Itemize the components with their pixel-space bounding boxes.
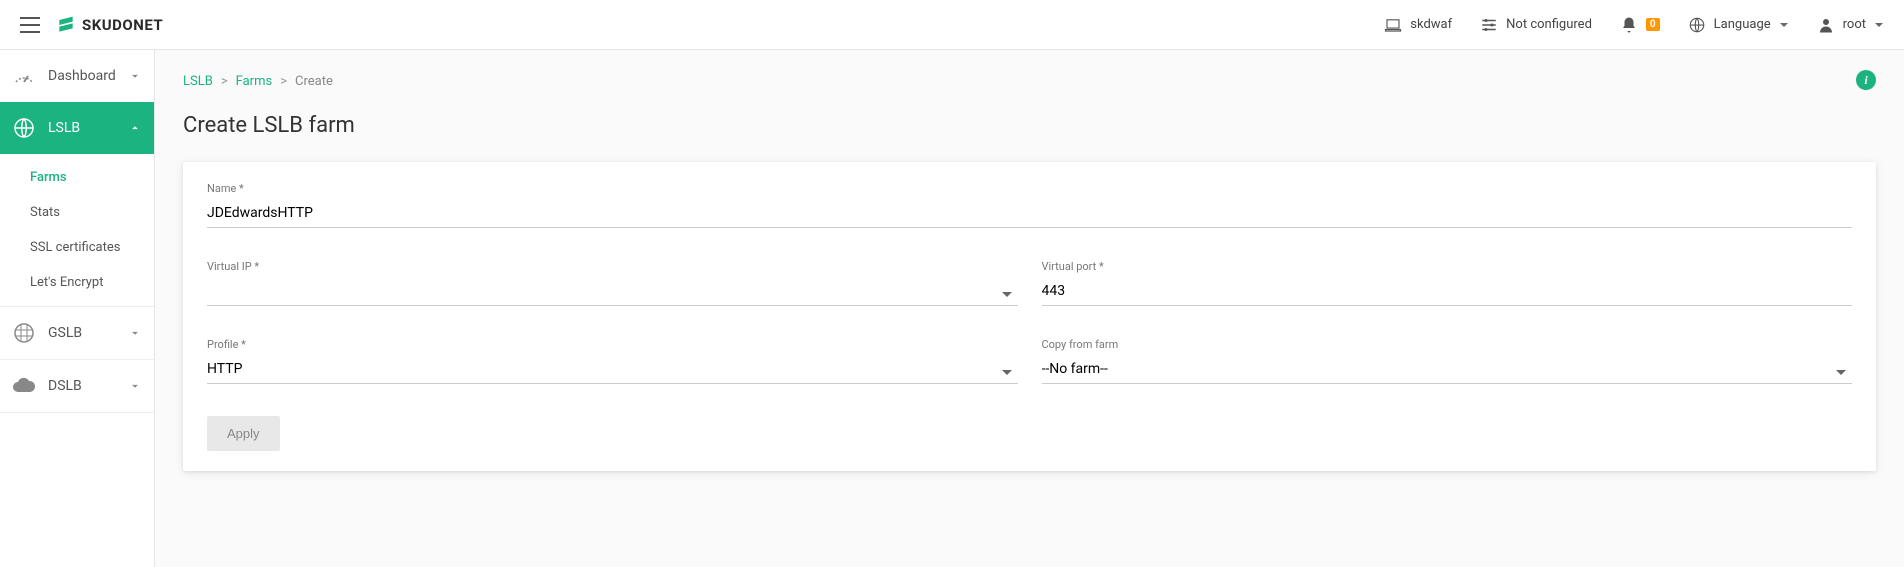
apply-button[interactable]: Apply <box>207 416 280 451</box>
cloud-icon <box>12 374 36 398</box>
virtual-port-field-wrap: Virtual port * <box>1042 260 1853 306</box>
sidebar-item-label: LSLB <box>48 120 80 136</box>
container: Dashboard LSLB Farms Stats SSL certifica… <box>0 50 1904 567</box>
sidebar-subitem-stats[interactable]: Stats <box>0 195 154 230</box>
breadcrumb-lslb[interactable]: LSLB <box>183 74 213 89</box>
chevron-up-icon <box>128 121 142 135</box>
hostname-indicator[interactable]: skdwaf <box>1384 16 1452 34</box>
name-field-wrap: Name * <box>207 182 1852 228</box>
virtual-ip-label: Virtual IP * <box>207 260 1018 273</box>
language-selector[interactable]: Language <box>1688 16 1789 34</box>
breadcrumb: LSLB > Farms > Create <box>183 74 1876 89</box>
brand-name: SKUDONET <box>82 16 163 34</box>
main-content: i LSLB > Farms > Create Create LSLB farm… <box>155 50 1904 567</box>
globe-grid-icon <box>12 321 36 345</box>
user-name: root <box>1843 17 1866 32</box>
sidebar-item-label: Dashboard <box>48 68 116 84</box>
header-right: skdwaf Not configured 0 Language root <box>1384 16 1884 34</box>
sidebar-item-label: GSLB <box>48 325 82 341</box>
sidebar-subitem-letsencrypt[interactable]: Let's Encrypt <box>0 265 154 300</box>
virtual-ip-field-wrap: Virtual IP * <box>207 260 1018 306</box>
breadcrumb-separator: > <box>280 74 287 89</box>
globe-icon <box>12 116 36 140</box>
globe-icon <box>1688 16 1706 34</box>
user-icon <box>1817 16 1835 34</box>
profile-select[interactable]: HTTP <box>207 355 1018 384</box>
hamburger-menu-icon[interactable] <box>20 17 40 33</box>
chevron-down-icon <box>128 326 142 340</box>
sidebar-subitem-ssl[interactable]: SSL certificates <box>0 230 154 265</box>
brand-logo[interactable]: SKUDONET <box>56 15 163 35</box>
name-label: Name * <box>207 182 1852 195</box>
notifications[interactable]: 0 <box>1620 16 1660 34</box>
page-title: Create LSLB farm <box>183 113 1876 138</box>
laptop-icon <box>1384 16 1402 34</box>
sidebar-item-gslb[interactable]: GSLB <box>0 307 154 359</box>
config-status-text: Not configured <box>1506 17 1592 32</box>
copy-from-label: Copy from farm <box>1042 338 1853 351</box>
notification-badge: 0 <box>1646 18 1660 31</box>
name-input[interactable] <box>207 199 1852 228</box>
chevron-down-icon <box>1874 20 1884 30</box>
sidebar: Dashboard LSLB Farms Stats SSL certifica… <box>0 50 155 567</box>
form-card: Name * Virtual IP * Virtual port * <box>183 162 1876 471</box>
config-status[interactable]: Not configured <box>1480 16 1592 34</box>
sidebar-item-label: DSLB <box>48 378 82 394</box>
breadcrumb-farms[interactable]: Farms <box>236 74 273 89</box>
header: SKUDONET skdwaf Not configured 0 Languag… <box>0 0 1904 50</box>
sidebar-item-lslb[interactable]: LSLB <box>0 102 154 154</box>
sidebar-subitem-farms[interactable]: Farms <box>0 160 154 195</box>
brand-logo-icon <box>56 15 76 35</box>
profile-field-wrap: Profile * HTTP <box>207 338 1018 384</box>
copy-from-select[interactable]: --No farm-- <box>1042 355 1853 384</box>
dashboard-icon <box>12 64 36 88</box>
lslb-subitems: Farms Stats SSL certificates Let's Encry… <box>0 154 154 306</box>
header-left: SKUDONET <box>20 15 163 35</box>
language-label: Language <box>1714 17 1771 32</box>
bell-icon <box>1620 16 1638 34</box>
breadcrumb-current: Create <box>295 74 333 89</box>
profile-label: Profile * <box>207 338 1018 351</box>
chevron-down-icon <box>128 379 142 393</box>
info-icon[interactable]: i <box>1856 70 1876 90</box>
copy-from-field-wrap: Copy from farm --No farm-- <box>1042 338 1853 384</box>
chevron-down-icon <box>1779 20 1789 30</box>
virtual-ip-select[interactable] <box>207 277 1018 306</box>
virtual-port-label: Virtual port * <box>1042 260 1853 273</box>
config-icon <box>1480 16 1498 34</box>
user-menu[interactable]: root <box>1817 16 1884 34</box>
sidebar-item-dslb[interactable]: DSLB <box>0 360 154 412</box>
sidebar-item-dashboard[interactable]: Dashboard <box>0 50 154 102</box>
chevron-down-icon <box>128 69 142 83</box>
breadcrumb-separator: > <box>221 74 228 89</box>
hostname-text: skdwaf <box>1410 17 1452 32</box>
virtual-port-input[interactable] <box>1042 277 1853 306</box>
